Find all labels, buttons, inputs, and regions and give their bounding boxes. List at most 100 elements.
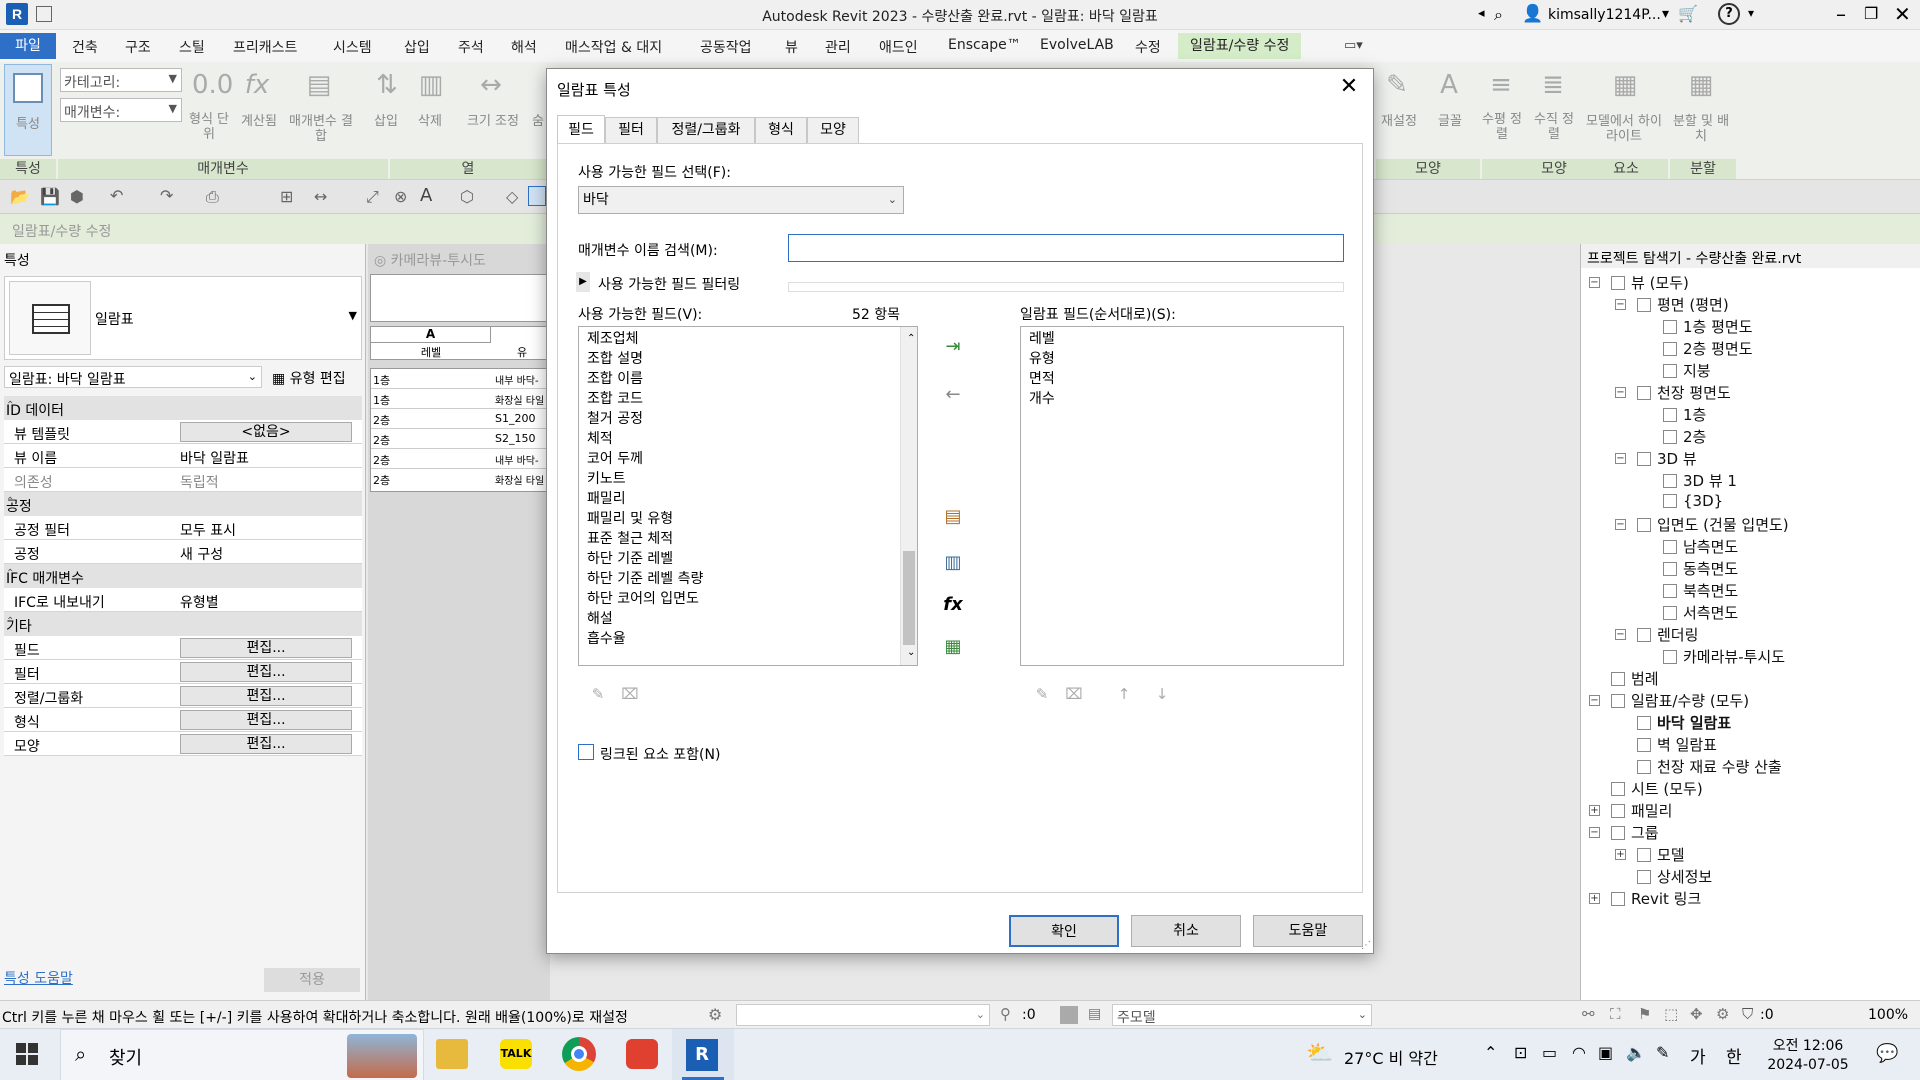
select-links-icon[interactable]: ⚯ — [1582, 1005, 1595, 1023]
document-icon[interactable] — [36, 6, 52, 22]
tab-structure[interactable]: 구조 — [125, 37, 151, 57]
expand-icon[interactable]: + — [1589, 893, 1600, 904]
browser-item[interactable]: 1층 — [1663, 404, 1706, 425]
param-search-input[interactable] — [788, 234, 1344, 262]
list-item[interactable]: 면적 — [1025, 369, 1343, 389]
taskbar-revit[interactable]: R — [672, 1029, 734, 1080]
tab-addins[interactable]: 애드인 — [879, 37, 918, 57]
browser-item[interactable]: 뷰 (모두) — [1611, 272, 1689, 293]
panel-toggle-icon[interactable]: ▭▾ — [1344, 38, 1363, 53]
clock-time[interactable]: 오전 12:06 — [1768, 1035, 1848, 1055]
background-process-icon[interactable]: ⚙ — [1716, 1005, 1729, 1023]
browser-item[interactable]: 2층 평면도 — [1663, 338, 1753, 359]
tab-sorting[interactable]: 정렬/그룹화 — [657, 117, 755, 143]
windows-start-icon[interactable] — [16, 1043, 38, 1065]
table-row[interactable]: 1층 내부 바닥- — [371, 369, 551, 389]
category-select[interactable]: 바닥 ⌄ — [578, 186, 904, 214]
edit-schedule-field-icon[interactable]: ✎ — [1032, 684, 1052, 704]
detail-icon[interactable]: ⊗ — [394, 187, 407, 206]
phase-field[interactable]: 새 구성 — [180, 544, 223, 564]
properties-help-link[interactable]: 특성 도움말 — [4, 968, 73, 988]
battery-icon[interactable]: ▭ — [1542, 1043, 1557, 1062]
edit-icon[interactable]: ✎ — [1656, 1043, 1669, 1062]
calculated-icon[interactable]: fx — [240, 68, 274, 102]
column-a-header[interactable]: 레벨 — [371, 344, 491, 360]
category-dropdown[interactable]: 카테고리: ▼ — [60, 68, 182, 92]
table-row[interactable]: 2층 화장실 타일 — [371, 469, 551, 489]
collapse-icon[interactable]: − — [1615, 519, 1626, 530]
workset-dropdown[interactable]: ⌄ — [736, 1004, 990, 1026]
font-icon[interactable]: A — [1432, 68, 1466, 102]
collapse-icon[interactable]: − — [1589, 277, 1600, 288]
view-template-button[interactable]: <없음> — [180, 422, 352, 442]
ok-button[interactable]: 확인 — [1009, 915, 1119, 947]
browser-item[interactable]: 패밀리 — [1611, 800, 1672, 821]
schedule-title-cell[interactable] — [370, 274, 550, 322]
binoculars-icon[interactable]: ⌕ — [1494, 5, 1503, 25]
tab-collaborate[interactable]: 공동작업 — [700, 37, 752, 57]
browser-item[interactable]: 서측면도 — [1663, 602, 1738, 623]
browser-item[interactable]: 북측면도 — [1663, 580, 1738, 601]
design-options-icon[interactable] — [1060, 1006, 1078, 1024]
apply-button[interactable]: 적용 — [264, 968, 360, 992]
select-pinned-icon[interactable]: ⚑ — [1638, 1005, 1651, 1023]
save-icon[interactable]: 💾 — [40, 187, 60, 206]
select-by-face-icon[interactable]: ⬚ — [1664, 1005, 1678, 1023]
list-item[interactable]: 개수 — [1025, 389, 1343, 409]
tab-manage[interactable]: 관리 — [825, 37, 851, 57]
tab-modify[interactable]: 수정 — [1135, 37, 1161, 57]
language-indicator[interactable]: 한 — [1726, 1043, 1742, 1068]
properties-button[interactable]: 특성 — [4, 64, 52, 156]
design-option-dropdown[interactable]: 주모델 ⌄ — [1112, 1004, 1372, 1026]
calculated-value-button[interactable]: fx — [938, 590, 968, 620]
tab-view[interactable]: 뷰 — [785, 37, 798, 57]
filter-toggle-label[interactable]: 사용 가능한 필드 필터링 — [598, 274, 740, 294]
browser-item[interactable]: 일람표/수량 (모두) — [1611, 690, 1749, 711]
select-underlay-icon[interactable]: ⛶ — [1610, 1005, 1621, 1023]
browser-item[interactable]: 천장 평면도 — [1637, 382, 1731, 403]
chevron-up-icon[interactable]: ⌃ — [1484, 1043, 1497, 1062]
text-icon[interactable]: A — [420, 185, 432, 206]
browser-item[interactable]: 평면 (평면) — [1637, 294, 1729, 315]
tab-massing[interactable]: 매스작업 & 대지 — [565, 37, 662, 57]
collapse-icon[interactable]: − — [1589, 827, 1600, 838]
user-icon[interactable]: 👤 — [1522, 4, 1543, 24]
tab-filter[interactable]: 필터 — [605, 117, 657, 143]
browser-item[interactable]: 시트 (모두) — [1611, 778, 1703, 799]
cart-icon[interactable]: 🛒 — [1678, 4, 1698, 23]
list-item[interactable]: 조합 설명 — [583, 349, 917, 369]
restore-button[interactable]: ❐ — [1864, 4, 1878, 23]
browser-item[interactable]: 2층 — [1663, 426, 1706, 447]
ime-indicator[interactable]: 가 — [1690, 1043, 1706, 1068]
tab-annotate[interactable]: 주석 — [458, 37, 484, 57]
section-ifc[interactable]: IFC 매개변수 ⌃ — [4, 564, 362, 588]
browser-item[interactable]: {3D} — [1663, 492, 1723, 510]
display-icon[interactable]: ▣ — [1598, 1043, 1613, 1062]
scroll-up-icon[interactable]: ⌃ — [903, 329, 915, 349]
format-unit-icon[interactable]: 0.0 — [192, 68, 233, 102]
list-item[interactable]: 해설 — [583, 609, 917, 629]
browser-item[interactable]: Revit 링크 — [1611, 888, 1701, 909]
browser-item[interactable]: 바닥 일람표 — [1637, 712, 1731, 733]
taskbar-search[interactable]: ⌕ 찾기 — [60, 1029, 424, 1080]
list-item[interactable]: 패밀리 및 유형 — [583, 509, 917, 529]
edit-format-button[interactable]: 편집... — [180, 710, 352, 730]
delete-column-icon[interactable]: ▥ — [414, 68, 448, 102]
parameter-dropdown[interactable]: 매개변수: ▼ — [60, 98, 182, 122]
revit-logo[interactable]: R — [6, 3, 28, 25]
chevron-left-icon[interactable]: ◂ — [1478, 6, 1485, 21]
browser-item[interactable]: 천장 재료 수량 산출 — [1637, 756, 1782, 777]
list-item[interactable]: 제조업체 — [583, 329, 917, 349]
worksets-icon[interactable]: ⚙ — [708, 1005, 722, 1024]
resize-grip-icon[interactable]: ⋰ — [1361, 940, 1371, 951]
phase-filter-field[interactable]: 모두 표시 — [180, 520, 236, 540]
weather-text[interactable]: 27°C 비 약간 — [1344, 1045, 1438, 1069]
list-item[interactable]: 하단 기준 레벨 — [583, 549, 917, 569]
tab-insert[interactable]: 삽입 — [404, 37, 430, 57]
list-item[interactable]: 철거 공정 — [583, 409, 917, 429]
drag-elements-icon[interactable]: ✥ — [1690, 1005, 1703, 1023]
tab-steel[interactable]: 스틸 — [179, 37, 205, 57]
section-id-data[interactable]: ID 데이터 ⌃ — [4, 396, 362, 420]
instance-dropdown[interactable]: 일람표: 바닥 일람표 ⌄ — [4, 366, 262, 388]
remove-field-button[interactable]: ← — [938, 380, 968, 410]
